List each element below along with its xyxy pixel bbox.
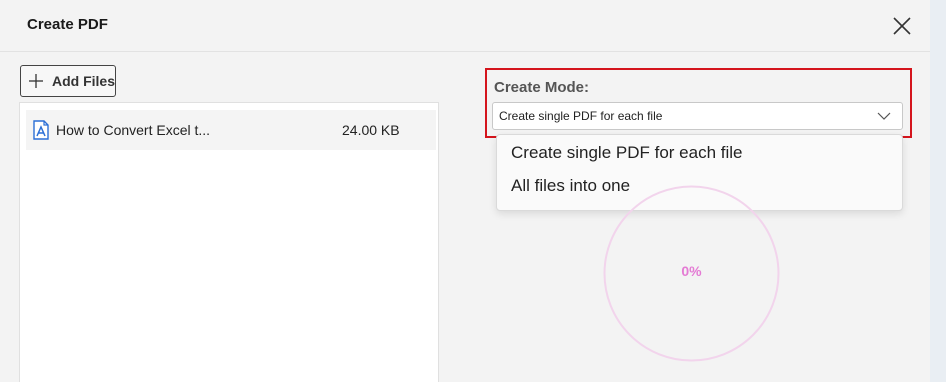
create-mode-select[interactable]: Create single PDF for each file	[492, 102, 903, 130]
title-bar: Create PDF	[0, 0, 930, 52]
create-pdf-dialog: Create PDF Add Files How to Convert Exce…	[0, 0, 930, 382]
add-files-button[interactable]: Add Files	[20, 65, 116, 97]
background-window-strip	[930, 0, 946, 382]
file-name: How to Convert Excel t...	[56, 122, 211, 138]
file-list: How to Convert Excel t... 24.00 KB	[19, 102, 439, 382]
create-mode-label: Create Mode:	[494, 79, 590, 96]
file-list-item[interactable]: How to Convert Excel t... 24.00 KB	[26, 110, 436, 150]
close-button[interactable]	[888, 12, 916, 40]
create-mode-section: Create Mode: Create single PDF for each …	[485, 68, 912, 138]
file-size: 24.00 KB	[342, 122, 400, 138]
dropdown-option-single-pdf[interactable]: Create single PDF for each file	[511, 143, 743, 163]
create-mode-selected-value: Create single PDF for each file	[499, 109, 663, 123]
close-icon	[893, 17, 911, 35]
plus-icon	[29, 74, 43, 88]
pdf-file-icon	[33, 120, 49, 140]
add-files-label: Add Files	[52, 73, 116, 89]
progress-percent: 0%	[681, 263, 702, 279]
dialog-title: Create PDF	[27, 16, 108, 33]
chevron-down-icon	[877, 112, 891, 120]
